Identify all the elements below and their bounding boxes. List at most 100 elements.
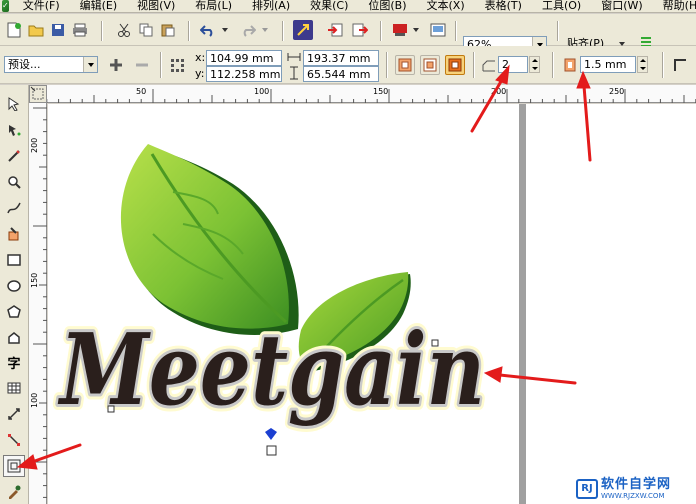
contour-inside-icon[interactable] — [420, 55, 440, 75]
freehand-tool-icon[interactable] — [3, 197, 25, 219]
separator — [552, 52, 553, 78]
table-tool-icon[interactable] — [3, 377, 25, 399]
chevron-down-icon[interactable] — [83, 57, 97, 72]
menu-effects[interactable]: 效果(C) — [310, 0, 348, 12]
launcher-dropdown-icon[interactable] — [411, 20, 421, 40]
new-document-icon[interactable] — [4, 20, 24, 40]
ruler-tick-label: 100 — [30, 392, 39, 408]
ruler-tick-label: 100 — [254, 87, 270, 96]
preset-value: 预设... — [8, 58, 41, 71]
big-leaf — [120, 144, 299, 335]
vertical-ruler[interactable]: 200 150 100 — [29, 103, 47, 504]
app-icon: ✓ — [2, 0, 9, 12]
save-icon[interactable] — [48, 20, 68, 40]
welcome-screen-icon[interactable] — [428, 20, 448, 40]
menu-text[interactable]: 文本(X) — [427, 0, 465, 12]
menu-bitmaps[interactable]: 位图(B) — [368, 0, 406, 12]
eyedropper-tool-icon[interactable] — [3, 481, 25, 503]
y-label: y: — [195, 67, 205, 80]
crop-tool-icon[interactable] — [3, 145, 25, 167]
smart-fill-tool-icon[interactable] — [3, 223, 25, 245]
y-position-input[interactable]: 112.258 mm — [206, 66, 282, 82]
ellipse-tool-icon[interactable] — [3, 275, 25, 297]
contour-handle[interactable] — [107, 405, 115, 413]
ruler-tick-label: 200 — [30, 137, 39, 153]
export-icon[interactable] — [350, 20, 370, 40]
menu-view[interactable]: 视图(V) — [137, 0, 175, 12]
import-icon[interactable] — [325, 20, 345, 40]
print-icon[interactable] — [70, 20, 90, 40]
copy-icon[interactable] — [136, 20, 156, 40]
watermark: RJ 软件自学网 WWW.RJZXW.COM — [576, 478, 694, 500]
add-preset-icon[interactable] — [106, 55, 126, 75]
ruler-tick-label: 150 — [373, 87, 389, 96]
position-grid-icon — [167, 55, 187, 75]
contour-to-center-icon[interactable] — [395, 55, 415, 75]
undo-icon[interactable] — [198, 20, 218, 40]
drawing-canvas[interactable]: Meetgain Meetgain Meetgain — [48, 104, 696, 504]
logo-text[interactable]: Meetgain Meetgain Meetgain — [52, 307, 491, 434]
ruler-tick-label: 50 — [136, 87, 147, 96]
menu-table[interactable]: 表格(T) — [485, 0, 522, 12]
connector-tool-icon[interactable] — [3, 429, 25, 451]
remove-preset-icon[interactable] — [132, 55, 152, 75]
search-content-icon[interactable] — [293, 20, 313, 40]
separator — [662, 52, 663, 78]
contour-handle[interactable] — [431, 339, 439, 347]
x-position-input[interactable]: 104.99 mm — [206, 50, 282, 66]
contour-corner-icon[interactable] — [670, 55, 690, 75]
horizontal-ruler-ticks — [34, 89, 696, 103]
basic-shapes-tool-icon[interactable] — [3, 327, 25, 349]
contour-outside-icon[interactable] — [445, 55, 465, 75]
contour-steps-value: 2 — [502, 58, 509, 71]
separator — [557, 21, 558, 41]
contour-start-handle[interactable] — [265, 428, 277, 440]
offset-spinner[interactable] — [637, 56, 648, 73]
menu-tools[interactable]: 工具(O) — [542, 0, 581, 12]
artwork[interactable]: Meetgain Meetgain Meetgain — [48, 104, 696, 504]
x-label: x: — [195, 51, 206, 64]
menu-edit[interactable]: 编辑(E) — [80, 0, 118, 12]
preset-select[interactable]: 预设... — [4, 56, 98, 73]
menu-help[interactable]: 帮助(H) — [663, 0, 696, 12]
contour-offset-input[interactable]: 1.5 mm — [580, 56, 636, 73]
toolbox: 字 — [0, 85, 29, 504]
width-icon — [286, 49, 302, 65]
pick-tool-icon[interactable] — [3, 93, 25, 115]
steps-spinner[interactable] — [529, 56, 540, 73]
x-position-value: 104.99 mm — [210, 52, 274, 65]
contour-steps-input[interactable]: 2 — [498, 56, 528, 73]
horizontal-ruler[interactable]: 50 100 150 200 250 — [29, 85, 696, 103]
height-input[interactable]: 65.544 mm — [303, 66, 379, 82]
menu-layout[interactable]: 布局(L) — [195, 0, 232, 12]
redo-dropdown-icon[interactable] — [260, 20, 270, 40]
open-folder-icon[interactable] — [26, 20, 46, 40]
contour-tool-icon[interactable] — [3, 455, 25, 477]
separator — [188, 21, 189, 41]
zoom-tool-icon[interactable] — [3, 171, 25, 193]
contour-offset-value: 1.5 mm — [584, 58, 627, 71]
menu-arrange[interactable]: 排列(A) — [252, 0, 290, 12]
shape-tool-icon[interactable] — [3, 119, 25, 141]
height-icon — [286, 65, 302, 81]
page-edge — [519, 104, 526, 504]
rectangle-tool-icon[interactable] — [3, 249, 25, 271]
contour-end-handle[interactable] — [266, 445, 277, 456]
separator — [282, 21, 283, 41]
ruler-tick-label: 250 — [609, 87, 625, 96]
vertical-ruler-ticks — [33, 107, 47, 498]
polygon-tool-icon[interactable] — [3, 301, 25, 323]
cut-icon[interactable] — [114, 20, 134, 40]
menu-window[interactable]: 窗口(W) — [601, 0, 642, 12]
ruler-origin[interactable] — [29, 85, 47, 103]
undo-dropdown-icon[interactable] — [220, 20, 230, 40]
text-tool-icon[interactable]: 字 — [3, 351, 25, 373]
paste-icon[interactable] — [158, 20, 178, 40]
width-input[interactable]: 193.37 mm — [303, 50, 379, 66]
dimension-tool-icon[interactable] — [3, 403, 25, 425]
redo-icon[interactable] — [238, 20, 258, 40]
application-launcher-icon[interactable] — [390, 20, 410, 40]
standard-toolbar: 62% 贴齐(P) — [0, 14, 696, 53]
menu-file[interactable]: 文件(F) — [23, 0, 60, 12]
width-value: 193.37 mm — [307, 52, 371, 65]
